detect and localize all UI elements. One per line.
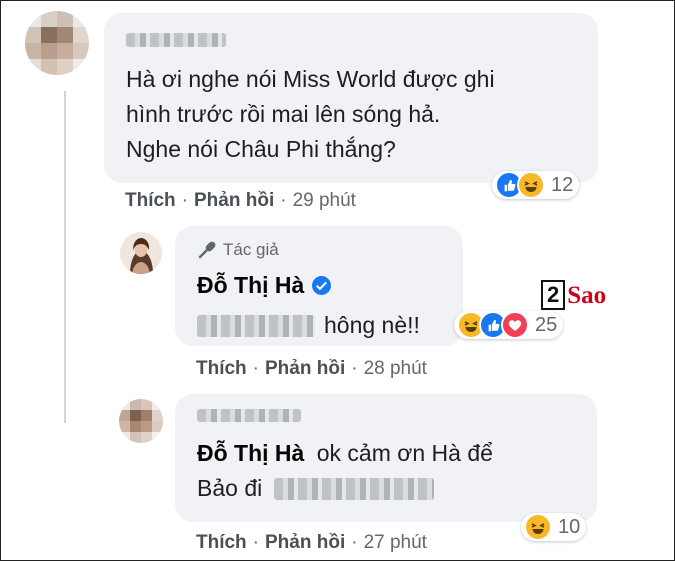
thread-line <box>64 209 66 423</box>
verified-badge-icon <box>312 276 332 295</box>
reaction-count: 10 <box>558 515 581 538</box>
like-button[interactable]: Thích <box>196 532 247 554</box>
blurred-author-name[interactable] <box>126 33 226 47</box>
microphone-icon <box>198 241 216 259</box>
reply-text: Đỗ Thị Hà ok cảm ơn Hà để Bảo đi <box>197 440 493 501</box>
commenter-avatar[interactable] <box>25 11 89 75</box>
haha-icon <box>524 513 552 541</box>
blurred-text <box>197 314 315 337</box>
author-name[interactable]: Đỗ Thị Hà <box>197 272 304 299</box>
reaction-count: 12 <box>551 173 574 196</box>
reply-bubble: Đỗ Thị Hà ok cảm ơn Hà để Bảo đi <box>175 394 597 522</box>
reaction-summary[interactable]: 25 <box>454 311 564 339</box>
comment-text: Hà ơi nghe nói Miss World được ghi hình … <box>126 66 495 162</box>
comment-actions: Thích · Phản hồi · 29 phút <box>125 190 356 212</box>
like-button[interactable]: Thích <box>196 358 247 380</box>
blurred-author-name[interactable] <box>197 409 301 422</box>
reply-text: hông nè!! <box>197 308 420 343</box>
author-badge: Tác giả <box>197 240 279 260</box>
author-avatar[interactable] <box>120 232 162 274</box>
watermark-logo: 2 Sao <box>541 280 606 310</box>
reaction-summary[interactable]: 10 <box>521 513 587 541</box>
timestamp[interactable]: 27 phút <box>364 532 427 554</box>
comment-bubble: Hà ơi nghe nói Miss World được ghi hình … <box>104 13 598 183</box>
reaction-count: 25 <box>535 313 558 336</box>
blurred-text <box>274 477 435 500</box>
reply-actions: Thích · Phản hồi · 27 phút <box>196 532 427 554</box>
reply-bubble: Tác giả Đỗ Thị Hà hông nè!! <box>175 226 463 346</box>
replier-avatar[interactable] <box>119 399 163 443</box>
reaction-summary[interactable]: 12 <box>492 171 580 199</box>
reply-button[interactable]: Phản hồi <box>265 532 345 554</box>
haha-icon <box>517 171 545 199</box>
mention-tag[interactable]: Đỗ Thị Hà <box>197 440 304 466</box>
reply-actions: Thích · Phản hồi · 28 phút <box>196 358 427 380</box>
love-icon <box>501 311 529 339</box>
reply-button[interactable]: Phản hồi <box>194 190 274 212</box>
timestamp[interactable]: 28 phút <box>364 358 427 380</box>
reply-button[interactable]: Phản hồi <box>265 358 345 380</box>
thread-line <box>64 91 66 211</box>
like-button[interactable]: Thích <box>125 190 176 212</box>
timestamp[interactable]: 29 phút <box>293 190 356 212</box>
